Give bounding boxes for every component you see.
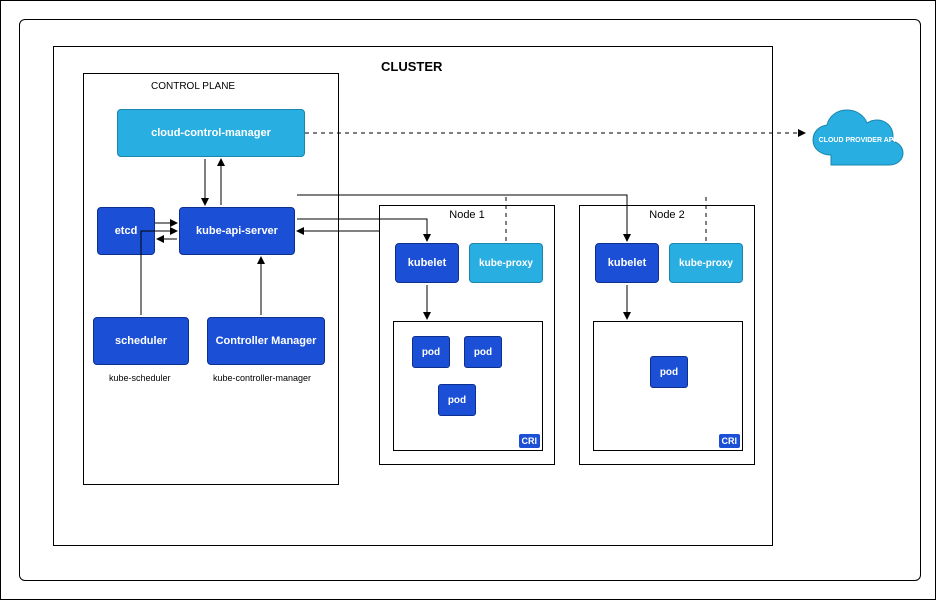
node1-cri-label: CRI: [519, 434, 541, 448]
scheduler-box: scheduler: [93, 317, 189, 365]
node2-kube-proxy-label: kube-proxy: [679, 258, 733, 269]
node2-kubelet-label: kubelet: [608, 257, 647, 269]
kube-api-server-box: kube-api-server: [179, 207, 295, 255]
controller-manager-box: Controller Manager: [207, 317, 325, 365]
kube-scheduler-caption: kube-scheduler: [109, 373, 171, 383]
node1-kubelet-label: kubelet: [408, 257, 447, 269]
cloud-api-label: CLOUD PROVIDER API: [807, 109, 907, 171]
node1-kube-proxy-label: kube-proxy: [479, 258, 533, 269]
diagram-canvas: CLUSTER CONTROL PLANE cloud-control-mana…: [0, 0, 936, 600]
node2-pod-1: pod: [650, 356, 688, 388]
etcd-label: etcd: [115, 225, 138, 237]
node1-pod-2: pod: [464, 336, 502, 368]
node2-kube-proxy-box: kube-proxy: [669, 243, 743, 283]
cluster-title: CLUSTER: [381, 59, 442, 74]
node2-kubelet-box: kubelet: [595, 243, 659, 283]
etcd-box: etcd: [97, 207, 155, 255]
node-1-title: Node 1: [449, 205, 484, 221]
cloud-control-manager-box: cloud-control-manager: [117, 109, 305, 157]
node2-pods-box: pod CRI: [593, 321, 743, 451]
ccm-label: cloud-control-manager: [151, 127, 271, 139]
kube-controller-caption: kube-controller-manager: [213, 373, 311, 383]
node-2-title: Node 2: [649, 205, 684, 221]
scheduler-label: scheduler: [115, 335, 167, 347]
node1-pods-box: pod pod pod CRI: [393, 321, 543, 451]
node1-kube-proxy-box: kube-proxy: [469, 243, 543, 283]
node2-cri-label: CRI: [719, 434, 741, 448]
api-label: kube-api-server: [196, 225, 278, 237]
controller-manager-label: Controller Manager: [216, 335, 317, 347]
control-plane-label: CONTROL PLANE: [151, 81, 235, 92]
node1-pod-1: pod: [412, 336, 450, 368]
cloud-provider-api-icon: CLOUD PROVIDER API: [807, 109, 907, 171]
node1-kubelet-box: kubelet: [395, 243, 459, 283]
node1-pod-3: pod: [438, 384, 476, 416]
